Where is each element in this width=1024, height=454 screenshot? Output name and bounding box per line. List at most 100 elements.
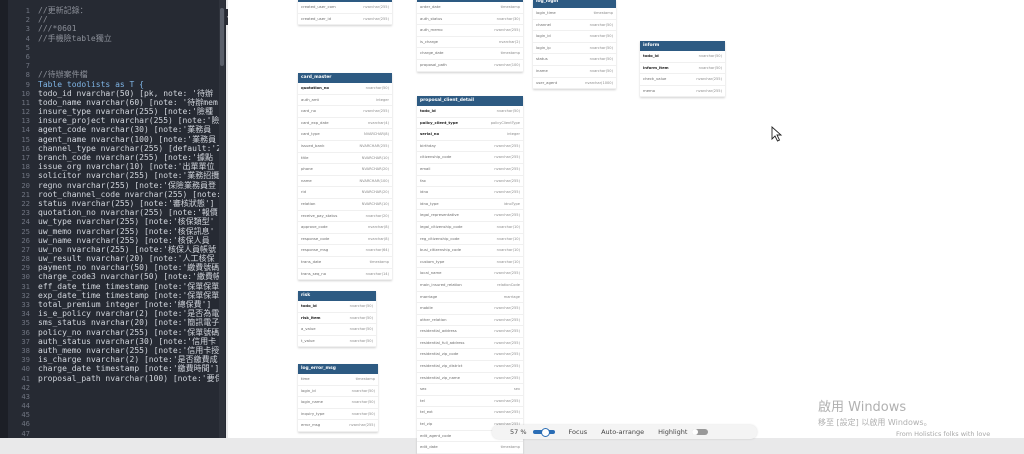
- table-row[interactable]: a_value nvarchar(50): [298, 324, 376, 336]
- table-row[interactable]: title NVARCHAR(10): [298, 153, 392, 165]
- code-line[interactable]: //更新記錄：: [38, 6, 226, 15]
- table-row[interactable]: edit_date timestamp: [417, 442, 523, 454]
- code-line[interactable]: uw_memo nvarchar(255) [note:'核保訊息': [38, 227, 226, 236]
- code-line[interactable]: proposal_path nvarchar(100) [note:'要保: [38, 374, 226, 383]
- code-line[interactable]: insure_project nvarchar(255) [note:'險: [38, 116, 226, 125]
- table-row[interactable]: marriage marriage: [417, 292, 523, 304]
- table-top2[interactable]: order_date timestamp auth_status nvarchar(3…: [417, 0, 523, 72]
- table-row[interactable]: name NVARCHAR(100): [298, 176, 392, 188]
- table-row[interactable]: todo_id nvarchar(50): [417, 106, 523, 118]
- table-log-login[interactable]: log_login login_time timestamp channel nvarc…: [533, 0, 616, 90]
- table-row[interactable]: email nvarchar(255): [417, 164, 523, 176]
- table-row[interactable]: status nvarchar(50): [533, 54, 616, 66]
- table-row[interactable]: residential_zip_name nvarchar(255): [417, 373, 523, 385]
- code-line[interactable]: [38, 383, 226, 392]
- table-risk[interactable]: risk todo_id nvarchar(50) risk_item nvarchar…: [298, 291, 376, 348]
- code-line[interactable]: uw_type nvarchar(255) [note:'核保類型': [38, 217, 226, 226]
- table-row[interactable]: inquiry_type nvarchar(50): [298, 409, 378, 421]
- code-line[interactable]: auth_status nvarchar(30) [note:'信用卡: [38, 337, 226, 346]
- code-line[interactable]: //待辦案件檔: [38, 70, 226, 79]
- code-line[interactable]: solicitor nvarchar(255) [note:'業務招攬: [38, 171, 226, 180]
- table-header[interactable]: card_master: [298, 73, 392, 83]
- auto-arrange-button[interactable]: Auto-arrange: [601, 428, 644, 436]
- code-line[interactable]: policy_no nvarchar(255) [note:'保單號碼: [38, 328, 226, 337]
- table-row[interactable]: is_charge nvarchar(2): [417, 37, 523, 49]
- table-row[interactable]: fax nvarchar(255): [417, 176, 523, 188]
- table-row[interactable]: time timestamp: [298, 374, 378, 386]
- table-top1[interactable]: created_user_com nvarchar(255) created_use…: [298, 0, 392, 26]
- code-line[interactable]: //: [38, 15, 226, 24]
- table-row[interactable]: tel_ext nvarchar(255): [417, 407, 523, 420]
- table-row[interactable]: order_date timestamp: [417, 2, 523, 14]
- table-row[interactable]: charge_date timestamp: [417, 48, 523, 60]
- table-row[interactable]: reg_citizenship_code nvarchar(10): [417, 234, 523, 246]
- code-line[interactable]: exp_date_time timestamp [note:'保單保單: [38, 291, 226, 300]
- table-row[interactable]: card_no nvarchar(255): [298, 106, 392, 118]
- code-line[interactable]: eff_date_time timestamp [note:'保單保單: [38, 282, 226, 291]
- table-inform[interactable]: inform todo_id nvarchar(50) inform_item nvar…: [640, 41, 725, 98]
- code-line[interactable]: todo_id nvarchar(50) [pk, note: '待辦: [38, 89, 226, 98]
- table-row[interactable]: residential_full_address nvarchar(255): [417, 338, 523, 350]
- table-header[interactable]: risk: [298, 291, 376, 301]
- table-row[interactable]: idno nvarchar(255): [417, 187, 523, 199]
- code-line[interactable]: sms_status nvarchar(20) [note:'簡訊電子: [38, 318, 226, 327]
- code-line[interactable]: branch_code nvarchar(255) [note:'據點: [38, 153, 226, 162]
- table-row[interactable]: response_code nvarchar(8): [298, 234, 392, 246]
- code-line[interactable]: ///*0601: [38, 24, 226, 33]
- code-line[interactable]: [38, 429, 226, 438]
- table-row[interactable]: login_name nvarchar(50): [298, 397, 378, 409]
- table-header[interactable]: inform: [640, 41, 725, 51]
- table-row[interactable]: login_id nvarchar(50): [533, 31, 616, 43]
- focus-button[interactable]: Focus: [569, 428, 588, 436]
- table-row[interactable]: check_value nvarchar(255): [640, 74, 725, 86]
- table-row[interactable]: error_msg nvarchar(255): [298, 420, 378, 432]
- code-line[interactable]: issue_org nvarchar(10) [note:'出單單位: [38, 162, 226, 171]
- table-header[interactable]: log_login: [533, 0, 616, 8]
- code-content[interactable]: //更新記錄：/////*0601//手機險table獨立 //待辦案件檔 Tabl…: [38, 6, 226, 438]
- code-line[interactable]: auth_memo nvarchar(255) [note:'信用卡授: [38, 346, 226, 355]
- table-row[interactable]: memo nvarchar(255): [640, 86, 725, 98]
- code-line[interactable]: regno nvarchar(255) [note:'保險業務員登: [38, 181, 226, 190]
- table-row[interactable]: legal_representative nvarchar(255): [417, 210, 523, 222]
- code-line[interactable]: [38, 52, 226, 61]
- table-row[interactable]: sex sex: [417, 384, 523, 396]
- code-line[interactable]: uw_no nvarchar(255) [note:'核保人員帳號: [38, 245, 226, 254]
- highlight-toggle[interactable]: [692, 429, 709, 435]
- table-row[interactable]: inform_item nvarchar(50): [640, 63, 725, 75]
- code-line[interactable]: charge_code3 nvarchar(50) [note:'繳費帳: [38, 272, 226, 281]
- table-row[interactable]: citizenship_code nvarchar(255): [417, 152, 523, 164]
- code-line[interactable]: [38, 419, 226, 428]
- table-row[interactable]: user_agent nvarchar(1000): [533, 78, 616, 90]
- table-row[interactable]: birthday nvarchar(255): [417, 141, 523, 153]
- table-row[interactable]: phone NVARCHAR(20): [298, 164, 392, 176]
- table-row[interactable]: residential_zip_district nvarchar(255): [417, 361, 523, 373]
- table-row[interactable]: created_user_id nvarchar(255): [298, 14, 392, 26]
- code-line[interactable]: quotation_no nvarchar(255) [note:'報價: [38, 208, 226, 217]
- table-row[interactable]: serial_no integer: [417, 129, 523, 141]
- code-line[interactable]: total_premium integer [note:'總保費']: [38, 300, 226, 309]
- table-row[interactable]: tel nvarchar(255): [417, 396, 523, 408]
- table-row[interactable]: rid NVARCHAR(20): [298, 187, 392, 199]
- code-line[interactable]: [38, 410, 226, 419]
- code-line[interactable]: [38, 401, 226, 410]
- table-row[interactable]: custom_type nvarchar(10): [417, 257, 523, 269]
- table-row[interactable]: card_exp_date nvarchar(4): [298, 118, 392, 130]
- table-row[interactable]: trans_date timestamp: [298, 257, 392, 269]
- code-line[interactable]: is_charge nvarchar(2) [note:'是否繳費成: [38, 355, 226, 364]
- code-line[interactable]: status nvarchar(255) [note:'審核狀態']: [38, 199, 226, 208]
- table-card-master[interactable]: card_master quotation_no nvarchar(50) auth_…: [298, 73, 392, 281]
- table-row[interactable]: proposal_path nvarchar(100): [417, 60, 523, 72]
- table-row[interactable]: login_id nvarchar(50): [298, 386, 378, 398]
- code-line[interactable]: //手機險table獨立: [38, 34, 226, 43]
- table-row[interactable]: trans_seq_no nvarchar(14): [298, 269, 392, 281]
- table-row[interactable]: approve_code nvarchar(8): [298, 222, 392, 234]
- editor-scrollbar-thumb[interactable]: [220, 8, 224, 66]
- code-line[interactable]: todo_name nvarchar(60) [note: '待辦mem: [38, 98, 226, 107]
- table-row[interactable]: todo_id nvarchar(50): [298, 301, 376, 313]
- table-row[interactable]: login_time timestamp: [533, 8, 616, 20]
- table-row[interactable]: issued_bank NVARCHAR(255): [298, 141, 392, 153]
- code-line[interactable]: uw_name nvarchar(255) [note:'核保人員: [38, 236, 226, 245]
- table-row[interactable]: receive_pay_status nvarchar(20): [298, 211, 392, 223]
- table-log-error[interactable]: log_error_msg time timestamp login_id nvarch…: [298, 364, 378, 432]
- code-line[interactable]: channel_type nvarchar(255) [default:'2: [38, 144, 226, 153]
